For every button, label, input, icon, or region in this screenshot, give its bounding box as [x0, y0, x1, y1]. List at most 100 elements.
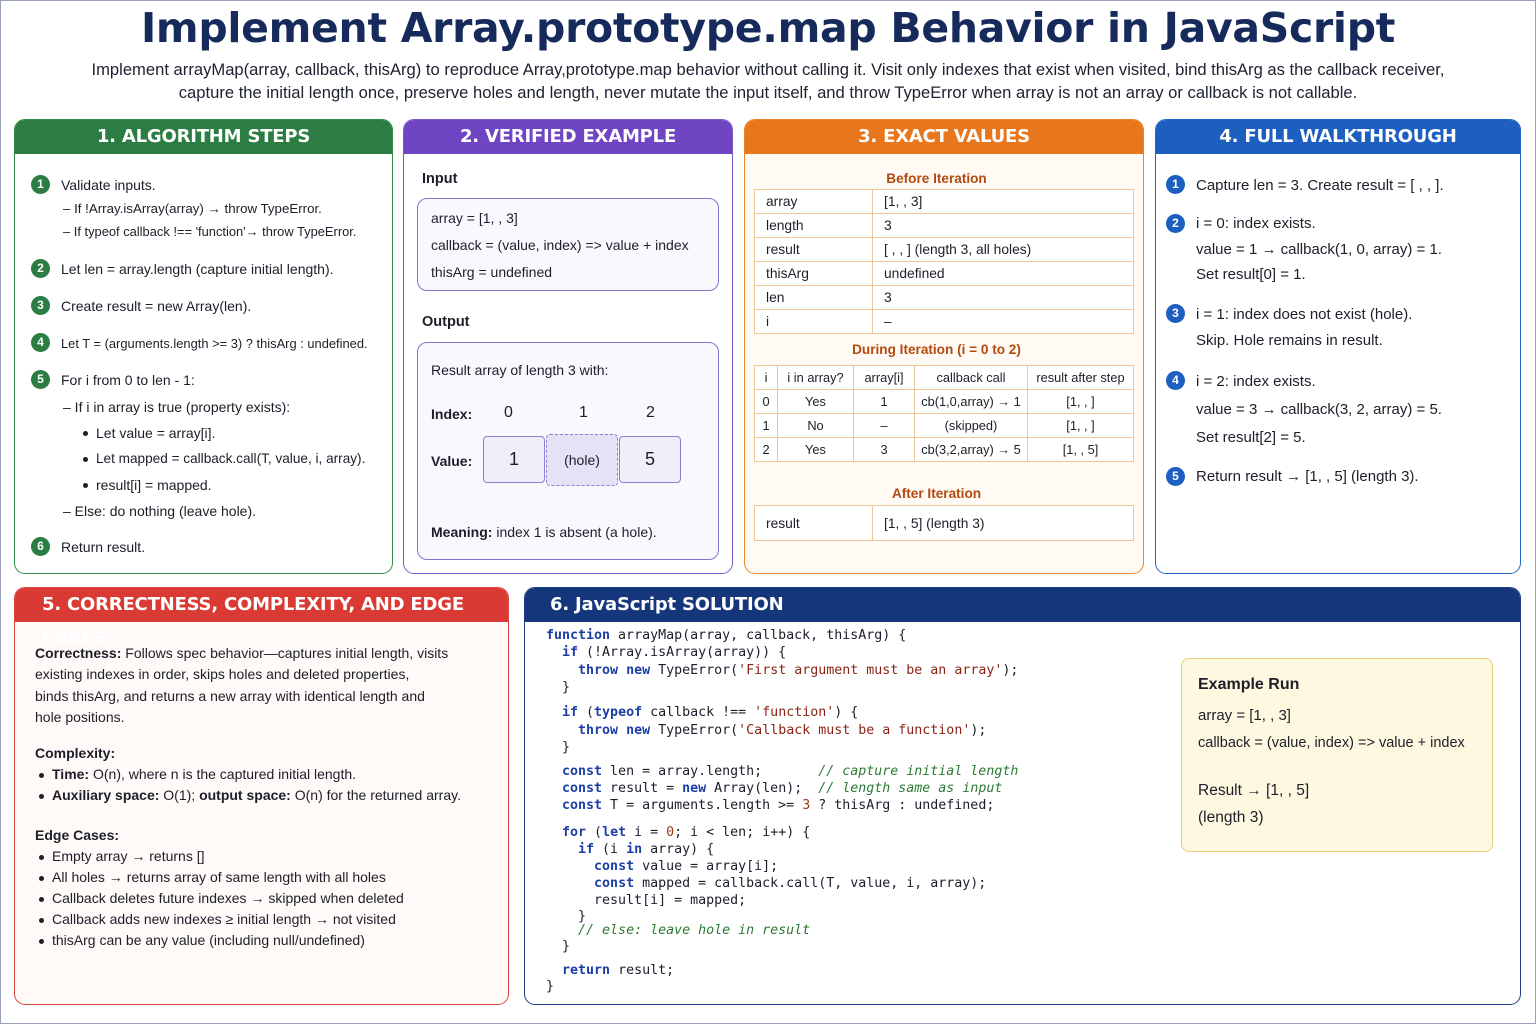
- algorithm-steps-panel: 1. ALGORITHM STEPS 1 Validate inputs. – …: [14, 119, 393, 574]
- code-line: }: [546, 939, 571, 954]
- walkthrough-text: Set result[0] = 1.: [1196, 266, 1306, 283]
- step-number-icon: 2: [1166, 214, 1185, 233]
- table-cell: undefined: [872, 261, 1134, 286]
- edge-case: Callback adds new indexes ≥ initial leng…: [52, 911, 396, 927]
- value-cell: 1: [483, 436, 545, 483]
- step-text: – If typeof callback !== 'function'→ thr…: [63, 224, 357, 239]
- step-number-icon: 4: [31, 333, 50, 352]
- step-text: result[i] = mapped.: [96, 477, 212, 493]
- subtitle-line: Implement arrayMap(array, callback, this…: [91, 60, 1445, 79]
- code-line: const value = array[i];: [594, 859, 779, 874]
- column-header: i: [754, 365, 778, 390]
- step-text: For i from 0 to len - 1:: [61, 372, 195, 388]
- table-row: 2 Yes 3 cb(3,2,array) → 5 [1, , 5]: [754, 437, 1134, 462]
- result-description: Result array of length 3 with:: [431, 362, 609, 378]
- walkthrough-text: i = 2: index exists.: [1196, 373, 1316, 390]
- before-iteration-label: Before Iteration: [886, 171, 987, 186]
- table-cell: Yes: [777, 437, 854, 462]
- code-line: }: [546, 740, 571, 755]
- step-number-icon: 3: [1166, 304, 1185, 323]
- column-header: callback call: [914, 365, 1028, 390]
- bullet-icon: [39, 876, 44, 881]
- after-iteration-label: After Iteration: [891, 486, 982, 501]
- time-label: Time:: [52, 766, 90, 782]
- bullet-icon: [39, 939, 44, 944]
- walkthrough-text: i = 0: index exists.: [1196, 215, 1316, 232]
- table-header-row: i i in array? array[i] callback call res…: [754, 365, 1134, 390]
- hole-cell: (hole): [546, 434, 618, 486]
- table-row: result[ , , ] (length 3, all holes): [754, 237, 1134, 262]
- meaning-value: index 1 is absent (a hole).: [496, 524, 657, 540]
- input-box: array = [1, , 3] callback = (value, inde…: [417, 198, 719, 291]
- bullet-icon: [83, 457, 88, 462]
- table-row: len 3: [754, 285, 1134, 310]
- full-walkthrough-panel: 4. FULL WALKTHROUGH 1 Capture len = 3. C…: [1155, 119, 1521, 574]
- table-cell: thisArg: [754, 261, 873, 286]
- meaning-label: Meaning:: [431, 524, 493, 540]
- example-array: array = [1, , 3]: [1198, 707, 1291, 724]
- input-line: array = [1, , 3]: [431, 210, 518, 226]
- space-complexity: Auxiliary space: O(1); output space: O(n…: [52, 787, 461, 803]
- code-line: if (!Array.isArray(array)) {: [562, 645, 787, 660]
- time-value: O(n), where n is the captured initial le…: [92, 766, 357, 782]
- after-iteration-table: result [1, , 5] (length 3): [754, 505, 1134, 541]
- example-callback: callback = (value, index) => value + ind…: [1198, 735, 1465, 751]
- edge-case: Callback deletes future indexes → skippe…: [52, 890, 404, 906]
- table-cell: 3: [872, 213, 1134, 238]
- example-length: (length 3): [1198, 809, 1264, 826]
- edge-case: thisArg can be any value (including null…: [52, 932, 365, 948]
- code-line: throw new TypeError('Callback must be a …: [578, 723, 987, 738]
- value-label: Value:: [431, 453, 473, 469]
- code-line: result[i] = mapped;: [546, 893, 747, 908]
- panel-header: 4. FULL WALKTHROUGH: [1156, 120, 1520, 154]
- table-cell: 2: [754, 437, 778, 462]
- table-cell: Yes: [777, 389, 854, 414]
- table-cell: [ , , ] (length 3, all holes): [872, 237, 1134, 262]
- column-header: i in array?: [777, 365, 854, 390]
- input-label: Input: [422, 171, 458, 187]
- table-cell: length: [754, 213, 873, 238]
- code-line: }: [546, 979, 555, 994]
- table-cell: [1, , 3]: [872, 189, 1134, 214]
- table-cell: cb(3,2,array) → 5: [914, 437, 1028, 462]
- step-number-icon: 6: [31, 537, 50, 556]
- code-line: if (i in array) {: [578, 842, 715, 857]
- code-line: const len = array.length; // capture ini…: [562, 764, 1019, 779]
- table-cell: i: [754, 309, 873, 334]
- step-text: – Else: do nothing (leave hole).: [63, 503, 257, 519]
- correctness-line: hole positions.: [35, 708, 125, 725]
- panel-header: 6. JavaScript SOLUTION: [525, 588, 1520, 622]
- walkthrough-text: Capture len = 3. Create result = [ , , ]…: [1196, 177, 1444, 194]
- time-complexity: Time: O(n), where n is the captured init…: [52, 766, 356, 782]
- step-text: – If i in array is true (property exists…: [63, 399, 291, 415]
- code-line: const result = new Array(len); // length…: [562, 781, 1003, 796]
- step-number-icon: 1: [1166, 175, 1185, 194]
- example-run-box: Example Run array = [1, , 3] callback = …: [1181, 658, 1493, 852]
- edge-case: Empty array → returns []: [52, 848, 205, 864]
- index-value: 1: [579, 404, 588, 421]
- panel-header: 2. VERIFIED EXAMPLE: [404, 120, 732, 154]
- table-cell: (skipped): [914, 413, 1028, 438]
- code-line: for (let i = 0; i < len; i++) {: [562, 825, 811, 840]
- step-number-icon: 4: [1166, 371, 1185, 390]
- code-line: return result;: [562, 963, 675, 978]
- step-number-icon: 3: [31, 296, 50, 315]
- table-cell: result: [754, 505, 873, 541]
- code-line: function arrayMap(array, callback, thisA…: [546, 628, 907, 643]
- during-iteration-table: i i in array? array[i] callback call res…: [754, 365, 1134, 462]
- step-text: Validate inputs.: [61, 177, 156, 193]
- edge-case: All holes → returns array of same length…: [52, 869, 386, 885]
- table-row: array [1, , 3]: [754, 189, 1134, 214]
- correctness-label: Correctness:: [35, 645, 122, 661]
- output-space-value: O(n) for the returned array.: [294, 787, 461, 803]
- index-value: 2: [646, 404, 655, 421]
- table-cell: len: [754, 285, 873, 310]
- code-line: }: [546, 909, 587, 924]
- panel-header: 5. CORRECTNESS, COMPLEXITY, AND EDGE CAS…: [15, 588, 508, 649]
- table-cell: 3: [853, 437, 915, 462]
- code-line: if (typeof callback !== 'function') {: [562, 705, 859, 720]
- step-text: Let mapped = callback.call(T, value, i, …: [96, 451, 366, 466]
- table-cell: cb(1,0,array) → 1: [914, 389, 1028, 414]
- step-text: Let len = array.length (capture initial …: [61, 261, 334, 277]
- edge-cases-label: Edge Cases:: [35, 827, 120, 843]
